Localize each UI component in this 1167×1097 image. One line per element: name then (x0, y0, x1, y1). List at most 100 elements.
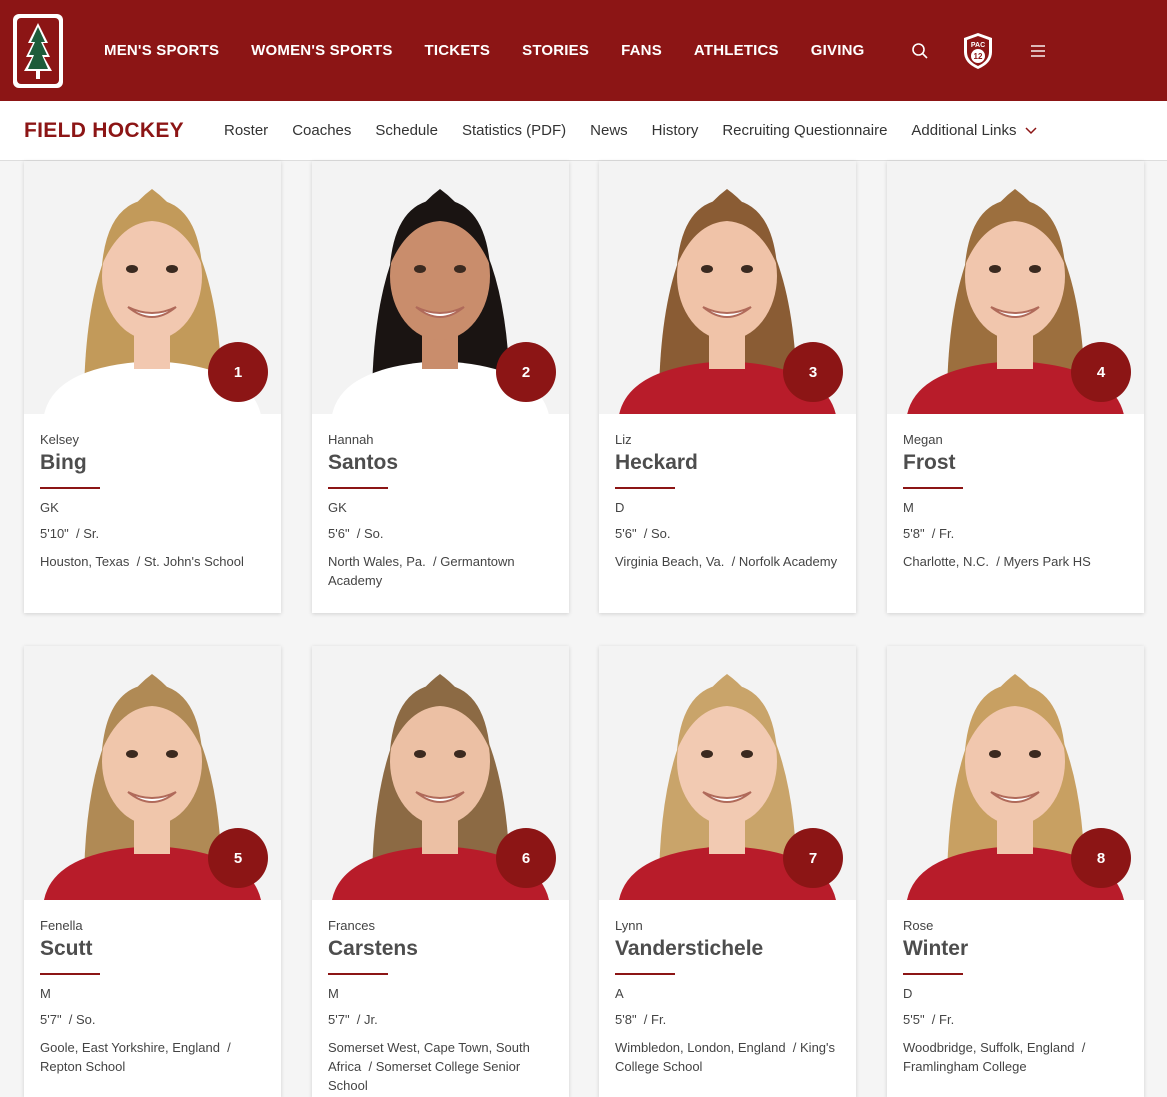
player-photo[interactable]: 4 (887, 161, 1144, 414)
player-position: D (615, 500, 625, 515)
nav-tickets[interactable]: TICKETS (425, 42, 491, 59)
player-card[interactable]: 8 Rose Winter D 5'5" / Fr. Woodbridge, S… (887, 646, 1144, 1097)
main-nav: MEN'S SPORTS WOMEN'S SPORTS TICKETS STOR… (104, 42, 896, 59)
player-card[interactable]: 4 Megan Frost M 5'8" / Fr. Charlotte, N.… (887, 161, 1144, 613)
player-last-name[interactable]: Vanderstichele (615, 937, 840, 961)
player-first-name: Fenella (40, 918, 83, 933)
player-info: Kelsey Bing GK 5'10" / Sr. Houston, Texa… (24, 414, 281, 571)
player-year: Sr. (83, 526, 100, 541)
name-divider (40, 973, 100, 975)
player-hometown: Virginia Beach, Va. (615, 554, 725, 569)
player-last-name[interactable]: Bing (40, 451, 265, 475)
player-school: St. John's School (143, 554, 244, 569)
player-card[interactable]: 5 Fenella Scutt M 5'7" / So. Goole, East… (24, 646, 281, 1097)
player-hometown: Houston, Texas (40, 554, 130, 569)
player-info: Megan Frost M 5'8" / Fr. Charlotte, N.C.… (887, 414, 1144, 571)
nav-stories[interactable]: STORIES (522, 42, 589, 59)
player-school: Norfolk Academy (738, 554, 838, 569)
player-year: Jr. (364, 1012, 378, 1027)
player-first-name: Frances (328, 918, 375, 933)
sport-link-schedule[interactable]: Schedule (375, 122, 438, 139)
player-school: Repton School (40, 1059, 126, 1074)
stanford-s-logo-icon (13, 13, 63, 88)
jersey-number-badge: 6 (496, 828, 556, 888)
player-last-name[interactable]: Carstens (328, 937, 553, 961)
player-info: Lynn Vanderstichele A 5'8" / Fr. Wimbled… (599, 900, 856, 1076)
name-divider (40, 487, 100, 489)
player-position: M (40, 986, 51, 1001)
player-hometown: Wimbledon, London, England (615, 1040, 786, 1055)
player-info: Rose Winter D 5'5" / Fr. Woodbridge, Suf… (887, 900, 1144, 1076)
player-info: Fenella Scutt M 5'7" / So. Goole, East Y… (24, 900, 281, 1076)
player-height-year: 5'8" / Fr. (903, 526, 955, 541)
menu-icon[interactable] (1028, 41, 1048, 61)
player-last-name[interactable]: Frost (903, 451, 1128, 475)
player-hometown-school: North Wales, Pa. / Germantown Academy (328, 554, 515, 588)
nav-giving[interactable]: GIVING (811, 42, 865, 59)
player-first-name: Kelsey (40, 432, 80, 447)
pac12-logo-icon[interactable]: PAC 12 (960, 31, 996, 71)
player-height-year: 5'6" / So. (615, 526, 671, 541)
sport-link-history[interactable]: History (652, 122, 699, 139)
player-height: 5'8" (615, 1012, 637, 1027)
player-info: Liz Heckard D 5'6" / So. Virginia Beach,… (599, 414, 856, 571)
name-divider (903, 487, 963, 489)
player-last-name[interactable]: Winter (903, 937, 1128, 961)
name-divider (615, 487, 675, 489)
player-photo[interactable]: 6 (312, 646, 569, 900)
player-height: 5'6" (615, 526, 637, 541)
nav-athletics[interactable]: ATHLETICS (694, 42, 779, 59)
sport-title[interactable]: FIELD HOCKEY (24, 119, 224, 143)
player-photo[interactable]: 1 (24, 161, 281, 414)
pac-label: PAC (971, 42, 985, 49)
additional-links-label: Additional Links (911, 122, 1017, 139)
player-info: Frances Carstens M 5'7" / Jr. Somerset W… (312, 900, 569, 1095)
player-card[interactable]: 7 Lynn Vanderstichele A 5'8" / Fr. Wimbl… (599, 646, 856, 1097)
search-icon[interactable] (910, 41, 930, 61)
player-hometown-school: Goole, East Yorkshire, England / Repton … (40, 1040, 231, 1074)
player-position: M (328, 986, 339, 1001)
player-photo[interactable]: 5 (24, 646, 281, 900)
nav-mens-sports[interactable]: MEN'S SPORTS (104, 42, 219, 59)
player-year: So. (364, 526, 384, 541)
player-photo[interactable]: 7 (599, 646, 856, 900)
stanford-logo[interactable] (12, 13, 64, 89)
player-year: Fr. (651, 1012, 667, 1027)
sport-link-statistics[interactable]: Statistics (PDF) (462, 122, 566, 139)
player-hometown-school: Wimbledon, London, England / King's Coll… (615, 1040, 836, 1074)
nav-fans[interactable]: FANS (621, 42, 662, 59)
player-hometown-school: Virginia Beach, Va. / Norfolk Academy (615, 554, 838, 569)
player-last-name[interactable]: Scutt (40, 937, 265, 961)
sport-link-coaches[interactable]: Coaches (292, 122, 351, 139)
jersey-number-badge: 3 (783, 342, 843, 402)
player-hometown: Woodbridge, Suffolk, England (903, 1040, 1075, 1055)
chevron-down-icon (1024, 126, 1037, 134)
player-card[interactable]: 6 Frances Carstens M 5'7" / Jr. Somerset… (312, 646, 569, 1097)
site-header: MEN'S SPORTS WOMEN'S SPORTS TICKETS STOR… (0, 0, 1167, 101)
jersey-number-badge: 2 (496, 342, 556, 402)
sport-link-roster[interactable]: Roster (224, 122, 268, 139)
player-card[interactable]: 3 Liz Heckard D 5'6" / So. Virginia Beac… (599, 161, 856, 613)
player-card[interactable]: 1 Kelsey Bing GK 5'10" / Sr. Houston, Te… (24, 161, 281, 613)
player-first-name: Lynn (615, 918, 643, 933)
nav-womens-sports[interactable]: WOMEN'S SPORTS (251, 42, 392, 59)
sport-link-recruiting[interactable]: Recruiting Questionnaire (722, 122, 887, 139)
additional-links-dropdown[interactable]: Additional Links (911, 122, 1037, 139)
player-photo[interactable]: 3 (599, 161, 856, 414)
name-divider (615, 973, 675, 975)
player-photo[interactable]: 8 (887, 646, 1144, 900)
name-divider (903, 973, 963, 975)
name-divider (328, 973, 388, 975)
player-last-name[interactable]: Santos (328, 451, 553, 475)
player-card[interactable]: 2 Hannah Santos GK 5'6" / So. North Wale… (312, 161, 569, 613)
player-first-name: Rose (903, 918, 934, 933)
sport-links: Roster Coaches Schedule Statistics (PDF)… (224, 122, 1061, 139)
player-height: 5'5" (903, 1012, 925, 1027)
player-hometown-school: Somerset West, Cape Town, South Africa /… (328, 1040, 530, 1093)
player-last-name[interactable]: Heckard (615, 451, 840, 475)
header-icons: PAC 12 (908, 31, 1048, 71)
sport-link-news[interactable]: News (590, 122, 628, 139)
player-photo[interactable]: 2 (312, 161, 569, 414)
player-info: Hannah Santos GK 5'6" / So. North Wales,… (312, 414, 569, 590)
jersey-number-badge: 1 (208, 342, 268, 402)
